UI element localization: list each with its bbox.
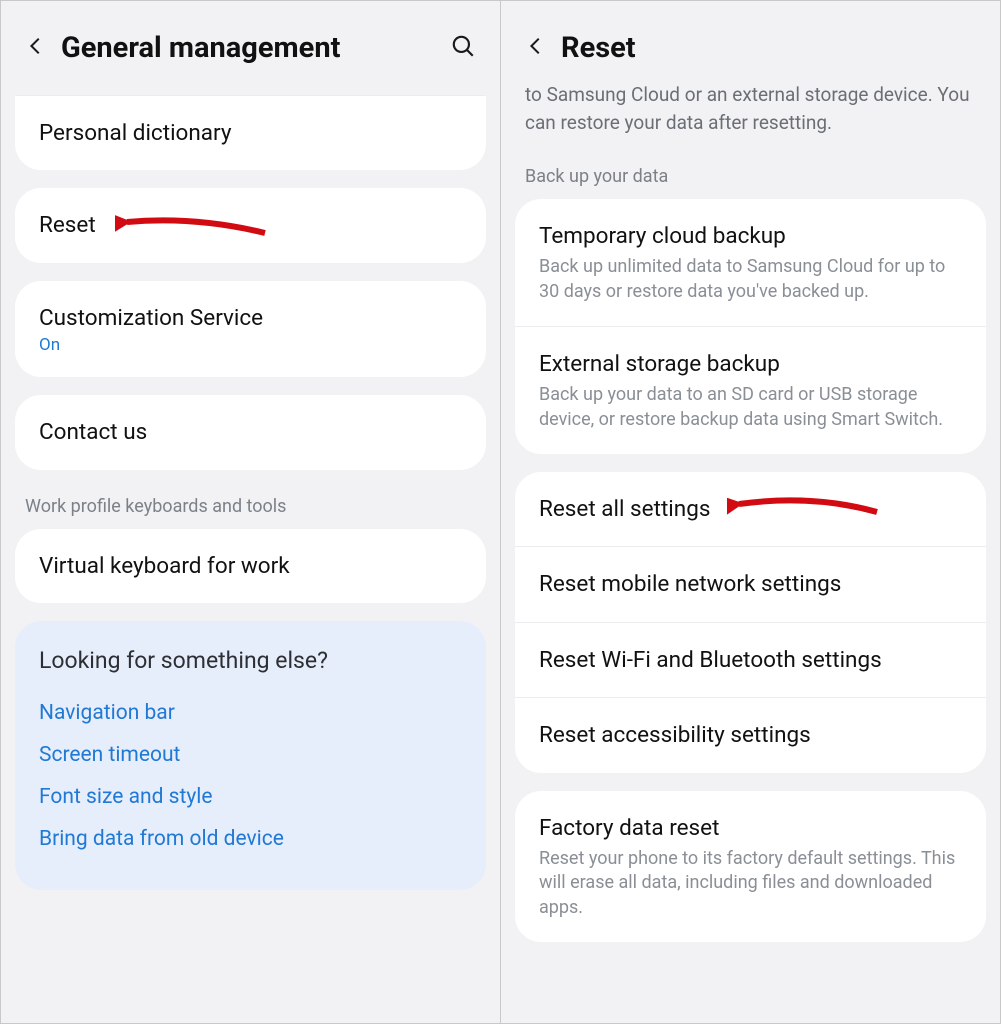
card-reset: Reset: [15, 188, 486, 262]
item-customization-service[interactable]: Customization Service On: [15, 281, 486, 377]
link-bring-data[interactable]: Bring data from old device: [39, 818, 462, 860]
item-description: Back up unlimited data to Samsung Cloud …: [539, 255, 962, 304]
section-work-label: Work profile keyboards and tools: [15, 488, 486, 529]
item-label: External storage backup: [539, 349, 962, 379]
item-virtual-keyboard-work[interactable]: Virtual keyboard for work: [15, 529, 486, 603]
item-label: Reset mobile network settings: [539, 569, 962, 599]
header: General management: [1, 1, 500, 95]
item-contact-us[interactable]: Contact us: [15, 395, 486, 469]
item-description: Reset your phone to its factory default …: [539, 847, 962, 920]
intro-text: to Samsung Cloud or an external storage …: [515, 81, 986, 158]
item-label: Reset accessibility settings: [539, 720, 962, 750]
pane-reset: Reset to Samsung Cloud or an external st…: [500, 1, 1000, 1023]
card-backup: Temporary cloud backup Back up unlimited…: [515, 199, 986, 454]
item-label: Personal dictionary: [39, 118, 462, 148]
item-label: Virtual keyboard for work: [39, 551, 462, 581]
card-customization-service: Customization Service On: [15, 281, 486, 377]
card-reset-options: Reset all settings Reset mobile network …: [515, 472, 986, 773]
link-navigation-bar[interactable]: Navigation bar: [39, 692, 462, 734]
card-contact-us: Contact us: [15, 395, 486, 469]
item-factory-data-reset[interactable]: Factory data reset Reset your phone to i…: [515, 791, 986, 942]
item-label: Temporary cloud backup: [539, 221, 962, 251]
link-font-size-style[interactable]: Font size and style: [39, 776, 462, 818]
section-backup-label: Back up your data: [515, 158, 986, 199]
item-label: Reset all settings: [539, 494, 962, 524]
back-icon[interactable]: [525, 35, 547, 61]
search-icon[interactable]: [450, 33, 476, 63]
item-label: Reset Wi-Fi and Bluetooth settings: [539, 645, 962, 675]
item-label: Customization Service: [39, 303, 462, 333]
card-virtual-keyboard-work: Virtual keyboard for work: [15, 529, 486, 603]
item-reset[interactable]: Reset: [15, 188, 486, 262]
header: Reset: [501, 1, 1000, 81]
item-temporary-cloud-backup[interactable]: Temporary cloud backup Back up unlimited…: [515, 199, 986, 326]
page-title: Reset: [561, 31, 976, 65]
item-external-storage-backup[interactable]: External storage backup Back up your dat…: [515, 326, 986, 454]
back-icon[interactable]: [25, 35, 47, 61]
card-personal-dictionary: Personal dictionary: [15, 95, 486, 170]
item-description: Back up your data to an SD card or USB s…: [539, 383, 962, 432]
page-title: General management: [61, 31, 436, 65]
item-reset-mobile-network[interactable]: Reset mobile network settings: [515, 546, 986, 621]
link-screen-timeout[interactable]: Screen timeout: [39, 734, 462, 776]
pane-general-management: General management Personal dictionary R…: [1, 1, 500, 1023]
item-label: Reset: [39, 210, 462, 240]
suggestions-card: Looking for something else? Navigation b…: [15, 621, 486, 890]
item-label: Contact us: [39, 417, 462, 447]
item-label: Factory data reset: [539, 813, 962, 843]
item-reset-all-settings[interactable]: Reset all settings: [515, 472, 986, 546]
suggestions-title: Looking for something else?: [39, 647, 462, 674]
item-reset-accessibility[interactable]: Reset accessibility settings: [515, 697, 986, 772]
item-personal-dictionary[interactable]: Personal dictionary: [15, 95, 486, 170]
item-reset-wifi-bluetooth[interactable]: Reset Wi-Fi and Bluetooth settings: [515, 622, 986, 697]
item-status: On: [39, 335, 462, 355]
card-factory-reset: Factory data reset Reset your phone to i…: [515, 791, 986, 942]
